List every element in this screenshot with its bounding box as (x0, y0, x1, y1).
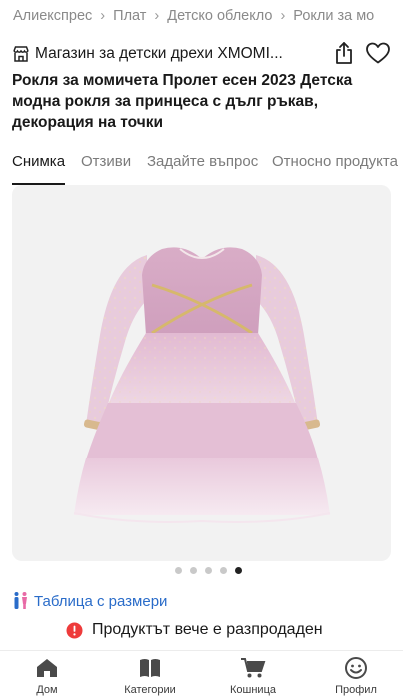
nav-home-label: Дом (36, 684, 58, 696)
carousel-dot[interactable] (175, 567, 182, 574)
size-chart-icon (14, 592, 27, 609)
size-chart-link[interactable]: Таблица с размери (12, 590, 167, 612)
nav-cart[interactable]: Кошница (213, 655, 293, 696)
breadcrumb-item[interactable]: Алиекспрес (13, 8, 92, 24)
tab-photo[interactable]: Снимка (12, 153, 65, 185)
profile-icon (345, 657, 367, 679)
chevron-right-icon: › (154, 8, 160, 25)
product-title: Рокля за момичета Пролет есен 2023 Детск… (12, 72, 353, 131)
share-icon (336, 42, 352, 64)
carousel-dot-active[interactable] (235, 567, 242, 574)
store-icon (12, 45, 30, 63)
nav-cart-label: Кошница (230, 684, 276, 696)
breadcrumb-item[interactable]: Детско облекло (167, 8, 272, 24)
share-button[interactable] (331, 39, 357, 67)
chevron-right-icon: › (280, 8, 286, 25)
nav-home[interactable]: Дом (7, 655, 87, 696)
nav-profile[interactable]: Профил (316, 655, 396, 696)
breadcrumb-item[interactable]: Рокли за мо (293, 8, 374, 24)
sold-out-message: Продуктът вече е разпродаден (92, 621, 323, 638)
nav-categories-label: Категории (124, 684, 176, 696)
bottom-navigation: Дом Категории Кошница Профил (0, 650, 403, 700)
size-chart-label: Таблица с размери (34, 592, 168, 610)
home-icon (37, 659, 57, 677)
cart-icon (241, 658, 266, 678)
tab-ask-question[interactable]: Задайте въпрос (147, 153, 258, 185)
carousel-dot[interactable] (205, 567, 212, 574)
store-name[interactable]: Магазин за детски дрехи XMOMI... (35, 45, 283, 63)
chevron-right-icon: › (100, 8, 106, 25)
sold-out-notice: Продуктът вече е разпродаден (66, 618, 323, 642)
carousel-indicator (0, 567, 403, 577)
categories-icon (140, 659, 160, 677)
wishlist-button[interactable] (365, 40, 391, 66)
alert-icon (66, 622, 83, 638)
tab-about-product[interactable]: Относно продукта (272, 153, 398, 185)
carousel-dot[interactable] (220, 567, 227, 574)
product-image (73, 247, 331, 523)
tab-bar: Снимка Отзиви Задайте въпрос Относно про… (0, 153, 403, 185)
product-image-gallery[interactable] (12, 185, 391, 561)
store-row: Магазин за детски дрехи XMOMI... (12, 40, 403, 68)
carousel-dot[interactable] (190, 567, 197, 574)
tab-reviews[interactable]: Отзиви (81, 153, 131, 185)
heart-icon (366, 42, 390, 64)
nav-profile-label: Профил (335, 684, 377, 696)
breadcrumb: Алиекспрес › Плат › Детско облекло › Рокли за … (0, 0, 403, 34)
breadcrumb-item[interactable]: Плат (113, 8, 146, 24)
nav-categories[interactable]: Категории (110, 655, 190, 696)
